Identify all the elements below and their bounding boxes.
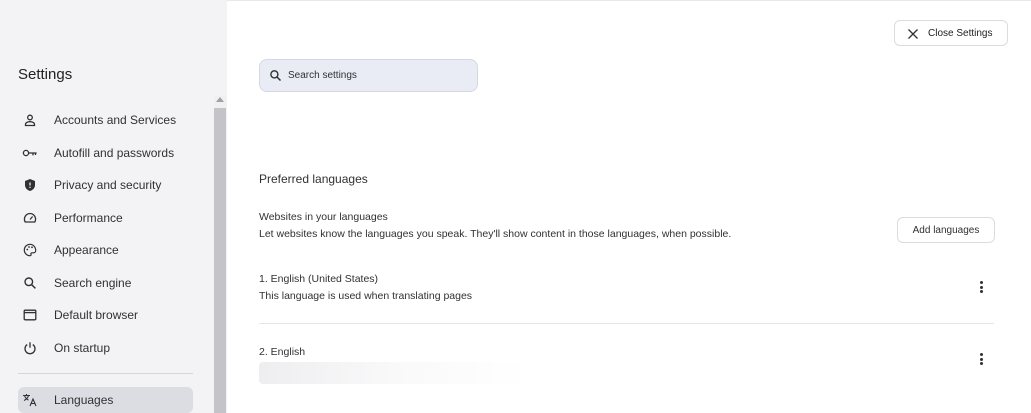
websites-languages-title: Websites in your languages — [259, 211, 388, 223]
sidebar-item-languages[interactable]: Languages — [18, 387, 193, 413]
more-options-icon[interactable] — [975, 279, 987, 295]
sidebar-scrollbar[interactable] — [214, 96, 226, 413]
close-settings-button[interactable]: Close Settings — [894, 20, 1008, 46]
sidebar-divider — [18, 373, 193, 374]
sidebar-item-appearance[interactable]: Appearance — [0, 237, 200, 263]
sidebar-item-performance[interactable]: Performance — [0, 205, 200, 231]
sidebar-item-label: Languages — [54, 393, 114, 407]
sidebar: Settings Accounts and Services Autofill … — [0, 0, 227, 413]
speedometer-icon — [22, 210, 38, 226]
websites-languages-description: Let websites know the languages you spea… — [259, 228, 732, 240]
translate-icon — [22, 392, 38, 408]
add-languages-button[interactable]: Add languages — [897, 217, 995, 243]
key-icon — [22, 145, 38, 161]
person-icon — [22, 112, 38, 128]
language-name: 1. English (United States) — [259, 273, 379, 285]
sidebar-title: Settings — [18, 66, 73, 83]
sidebar-item-privacy[interactable]: Privacy and security — [0, 172, 200, 198]
sidebar-item-label: On startup — [54, 341, 111, 355]
sidebar-item-label: Search engine — [54, 276, 132, 290]
sidebar-item-label: Default browser — [54, 308, 139, 322]
sidebar-item-label: Accounts and Services — [54, 113, 177, 127]
search-icon — [269, 69, 282, 87]
palette-icon — [22, 242, 38, 258]
language-name: 2. English — [259, 346, 306, 358]
section-title: Preferred languages — [259, 172, 368, 186]
sidebar-item-label: Performance — [54, 211, 123, 225]
sidebar-item-search-engine[interactable]: Search engine — [0, 270, 200, 296]
browser-window-icon — [22, 307, 38, 323]
sidebar-item-accounts[interactable]: Accounts and Services — [0, 107, 200, 133]
list-divider — [259, 323, 994, 324]
sidebar-item-default-browser[interactable]: Default browser — [0, 302, 200, 328]
search-placeholder: Search settings — [288, 70, 357, 81]
shield-icon — [22, 177, 38, 193]
sidebar-item-label: Appearance — [54, 243, 119, 257]
scroll-up-arrow-icon[interactable] — [216, 97, 224, 102]
close-settings-label: Close Settings — [928, 28, 993, 39]
top-border — [227, 0, 1031, 1]
blurred-region — [259, 362, 529, 384]
sidebar-item-label: Autofill and passwords — [54, 146, 175, 160]
power-icon — [22, 340, 38, 356]
search-icon — [22, 275, 38, 291]
sidebar-item-on-startup[interactable]: On startup — [0, 335, 200, 361]
sidebar-item-autofill[interactable]: Autofill and passwords — [0, 140, 200, 166]
more-options-icon[interactable] — [975, 351, 987, 367]
close-icon — [907, 27, 919, 45]
search-input[interactable]: Search settings — [259, 59, 478, 92]
scrollbar-thumb[interactable] — [214, 108, 226, 413]
language-description: This language is used when translating p… — [259, 290, 473, 302]
sidebar-item-label: Privacy and security — [54, 178, 162, 192]
